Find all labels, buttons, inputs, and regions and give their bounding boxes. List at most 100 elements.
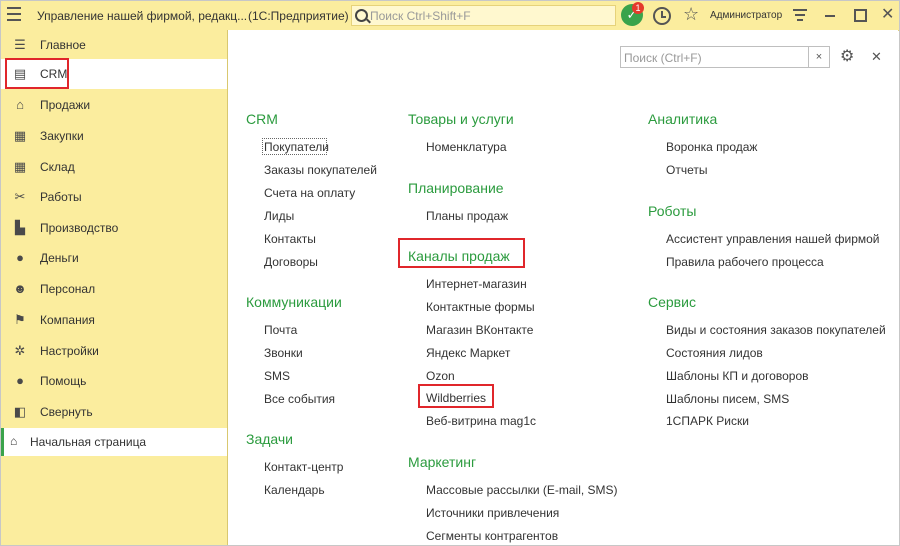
group-title-crm: CRM xyxy=(246,111,278,127)
sidebar-item-label: Настройки xyxy=(40,344,99,358)
group-title-communications: Коммуникации xyxy=(246,294,342,310)
app-title: Управление нашей фирмой, редакц... xyxy=(37,9,248,23)
sidebar-item-label: Свернуть xyxy=(40,405,93,419)
sidebar-item-label: Деньги xyxy=(40,251,79,265)
link-sms[interactable]: SMS xyxy=(264,369,290,383)
link-customers[interactable]: Покупатели xyxy=(264,140,329,154)
link-calls[interactable]: Звонки xyxy=(264,346,303,360)
group-title-marketing: Маркетинг xyxy=(408,454,477,470)
warehouse-icon: ▦ xyxy=(13,159,27,174)
people-icon: ☻ xyxy=(13,281,27,296)
sidebar-item-warehouse[interactable]: ▦ Склад xyxy=(1,152,227,182)
sidebar-item-works[interactable]: ✂ Работы xyxy=(1,182,227,212)
link-nomenclature[interactable]: Номенклатура xyxy=(426,140,507,154)
global-search-input[interactable]: Поиск Ctrl+Shift+F xyxy=(351,5,616,26)
crm-highlight-frame xyxy=(5,58,69,89)
link-mail[interactable]: Почта xyxy=(264,323,297,337)
link-sales-funnel[interactable]: Воронка продаж xyxy=(666,140,757,154)
link-contracts[interactable]: Договоры xyxy=(264,255,318,269)
search-icon xyxy=(355,9,368,22)
link-contact-center[interactable]: Контакт-центр xyxy=(264,460,343,474)
sidebar-item-label: Компания xyxy=(40,313,95,327)
sidebar-item-settings[interactable]: ✲ Настройки xyxy=(1,336,227,366)
settings-menu-icon[interactable] xyxy=(793,9,807,23)
collapse-icon: ◧ xyxy=(13,404,27,419)
link-letter-templates[interactable]: Шаблоны писем, SMS xyxy=(666,392,789,406)
link-spark-risks[interactable]: 1СПАРК Риски xyxy=(666,414,749,428)
notification-badge: 1 xyxy=(632,2,644,14)
gear-icon[interactable]: ⚙ xyxy=(840,49,854,65)
link-calendar[interactable]: Календарь xyxy=(264,483,325,497)
link-workflow-rules[interactable]: Правила рабочего процесса xyxy=(666,255,824,269)
link-mass-mailing[interactable]: Массовые рассылки (E-mail, SMS) xyxy=(426,483,618,497)
factory-icon: ▙ xyxy=(15,220,25,235)
link-assistant[interactable]: Ассистент управления нашей фирмой xyxy=(666,232,880,246)
tools-icon: ✂ xyxy=(14,189,26,204)
global-search-placeholder: Поиск Ctrl+Shift+F xyxy=(370,9,471,23)
close-window-icon[interactable]: ✕ xyxy=(881,6,894,24)
sidebar-item-staff[interactable]: ☻ Персонал xyxy=(1,274,227,304)
current-user[interactable]: Администратор xyxy=(710,10,782,21)
sidebar-item-money[interactable]: ● Деньги xyxy=(1,243,227,273)
sidebar-item-label: Персонал xyxy=(40,282,96,296)
menu-icon: ☰ xyxy=(14,37,26,52)
title-bar: Управление нашей фирмой, редакц... (1С:П… xyxy=(1,1,899,31)
link-web-storefront[interactable]: Веб-витрина mag1c xyxy=(426,414,536,428)
link-yandex-market[interactable]: Яндекс Маркет xyxy=(426,346,510,360)
sidebar-item-purchases[interactable]: ▦ Закупки xyxy=(1,121,227,151)
link-kp-templates[interactable]: Шаблоны КП и договоров xyxy=(666,369,809,383)
sidebar-item-main[interactable]: ☰ Главное xyxy=(1,30,227,60)
flag-icon: ⚑ xyxy=(14,312,26,327)
basket-icon: ⌂ xyxy=(16,97,24,112)
gear-icon: ✲ xyxy=(14,343,26,358)
link-order-statuses[interactable]: Виды и состояния заказов покупателей xyxy=(666,323,886,337)
link-online-store[interactable]: Интернет-магазин xyxy=(426,277,527,291)
sidebar-item-label: Главное xyxy=(40,38,86,52)
group-title-service: Сервис xyxy=(648,294,696,310)
link-ozon[interactable]: Ozon xyxy=(426,369,455,383)
link-customer-orders[interactable]: Заказы покупателей xyxy=(264,163,377,177)
home-page-tab[interactable]: ⌂ Начальная страница xyxy=(1,428,227,456)
home-icon: ⌂ xyxy=(10,434,18,448)
sidebar-item-sales[interactable]: ⌂ Продажи xyxy=(1,90,227,120)
sections-sidebar: ☰ Главное ▤ CRM ⌂ Продажи ▦ Закупки ▦ Ск… xyxy=(1,30,228,545)
link-invoices[interactable]: Счета на оплату xyxy=(264,186,355,200)
link-all-events[interactable]: Все события xyxy=(264,392,335,406)
minimize-icon[interactable] xyxy=(825,15,835,17)
sidebar-item-label: Склад xyxy=(40,160,75,174)
group-title-robots: Роботы xyxy=(648,203,697,219)
link-lead-sources[interactable]: Источники привлечения xyxy=(426,506,559,520)
section-search-input[interactable]: Поиск (Ctrl+F) × xyxy=(620,46,830,68)
history-icon[interactable] xyxy=(653,7,671,25)
sidebar-item-company[interactable]: ⚑ Компания xyxy=(1,305,227,335)
sidebar-item-collapse[interactable]: ◧ Свернуть xyxy=(1,397,227,427)
sidebar-item-label: Работы xyxy=(40,190,82,204)
group-title-tasks: Задачи xyxy=(246,431,294,447)
sidebar-item-help[interactable]: ● Помощь xyxy=(1,366,227,396)
link-contact-forms[interactable]: Контактные формы xyxy=(426,300,535,314)
help-icon: ● xyxy=(16,373,24,388)
clear-search-icon[interactable]: × xyxy=(808,47,829,67)
sidebar-item-label: Продажи xyxy=(40,98,91,112)
group-title-goods: Товары и услуги xyxy=(408,111,514,127)
link-reports[interactable]: Отчеты xyxy=(666,163,707,177)
close-icon[interactable]: ✕ xyxy=(871,50,882,64)
money-icon: ● xyxy=(16,250,24,265)
link-counterparty-segments[interactable]: Сегменты контрагентов xyxy=(426,529,558,543)
link-leads[interactable]: Лиды xyxy=(264,209,294,223)
group-title-planning: Планирование xyxy=(408,180,504,196)
link-wildberries[interactable]: Wildberries xyxy=(426,391,486,405)
maximize-icon[interactable] xyxy=(854,9,867,22)
home-page-label: Начальная страница xyxy=(30,435,147,449)
group-title-analytics: Аналитика xyxy=(648,111,718,127)
link-lead-statuses[interactable]: Состояния лидов xyxy=(666,346,763,360)
group-title-sales-channels: Каналы продаж xyxy=(408,248,510,264)
sidebar-item-production[interactable]: ▙ Производство xyxy=(1,213,227,243)
section-search-placeholder: Поиск (Ctrl+F) xyxy=(624,51,702,65)
sidebar-item-label: Производство xyxy=(40,221,119,235)
link-sales-plans[interactable]: Планы продаж xyxy=(426,209,508,223)
favorites-star-icon[interactable]: ☆ xyxy=(683,4,699,24)
link-contacts[interactable]: Контакты xyxy=(264,232,316,246)
link-vk-store[interactable]: Магазин ВКонтакте xyxy=(426,323,533,337)
hamburger-menu-icon[interactable] xyxy=(7,7,25,23)
